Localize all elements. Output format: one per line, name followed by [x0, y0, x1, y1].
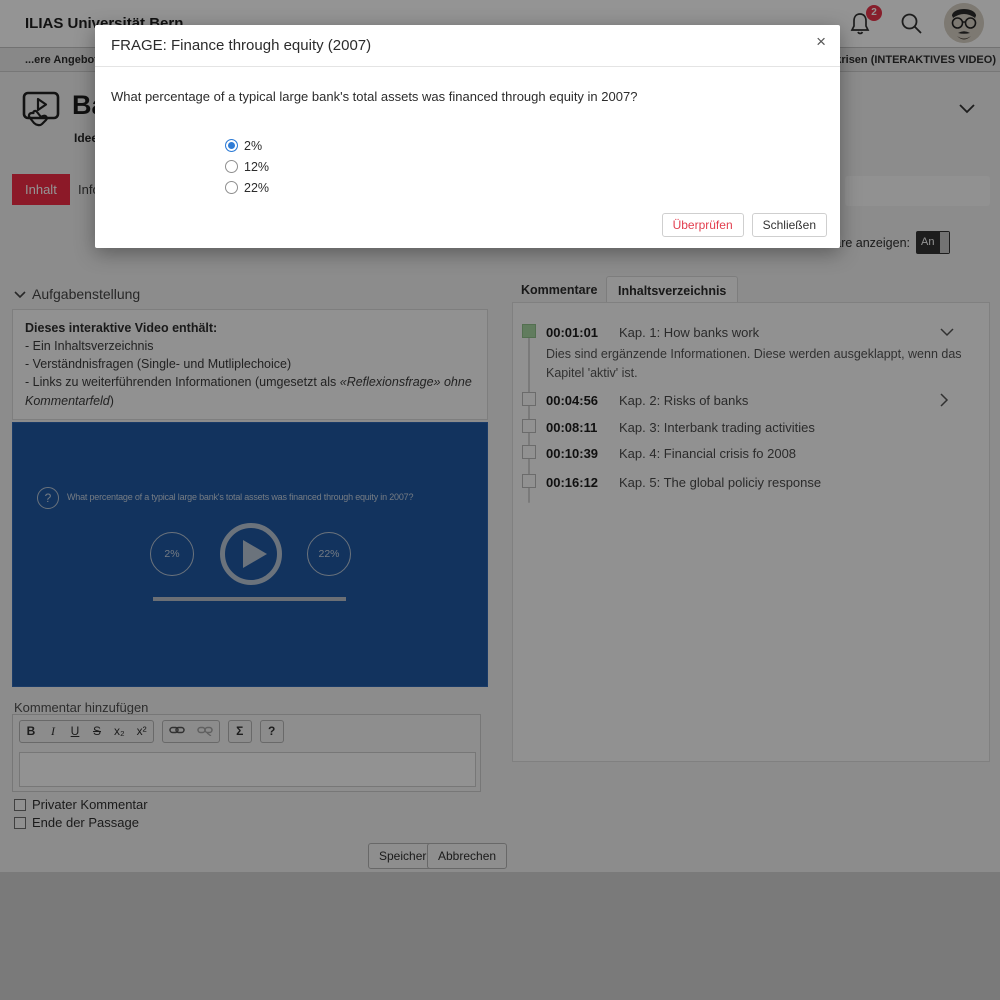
modal-radio-2[interactable] [225, 181, 238, 194]
question-modal: FRAGE: Finance through equity (2007) × W… [95, 25, 840, 248]
answer-label: 22% [244, 181, 269, 195]
modal-close-button[interactable]: Schließen [752, 213, 827, 237]
modal-footer: Überprüfen Schließen [662, 213, 827, 237]
answer-label: 2% [244, 139, 262, 153]
modal-title: FRAGE: Finance through equity (2007) [111, 37, 371, 54]
answer-option[interactable]: 12% [225, 156, 269, 177]
modal-radio-0[interactable] [225, 139, 238, 152]
close-icon[interactable]: × [816, 32, 826, 52]
modal-question-text: What percentage of a typical large bank'… [111, 89, 637, 104]
modal-answer-options: 2% 12% 22% [225, 135, 269, 198]
answer-option[interactable]: 22% [225, 177, 269, 198]
answer-option[interactable]: 2% [225, 135, 269, 156]
check-answer-button[interactable]: Überprüfen [662, 213, 744, 237]
answer-label: 12% [244, 160, 269, 174]
modal-header: FRAGE: Finance through equity (2007) × [95, 25, 840, 67]
ilias-page: ILIAS Universität Bern 2 ...ere Angebote… [0, 0, 1000, 1000]
modal-radio-1[interactable] [225, 160, 238, 173]
